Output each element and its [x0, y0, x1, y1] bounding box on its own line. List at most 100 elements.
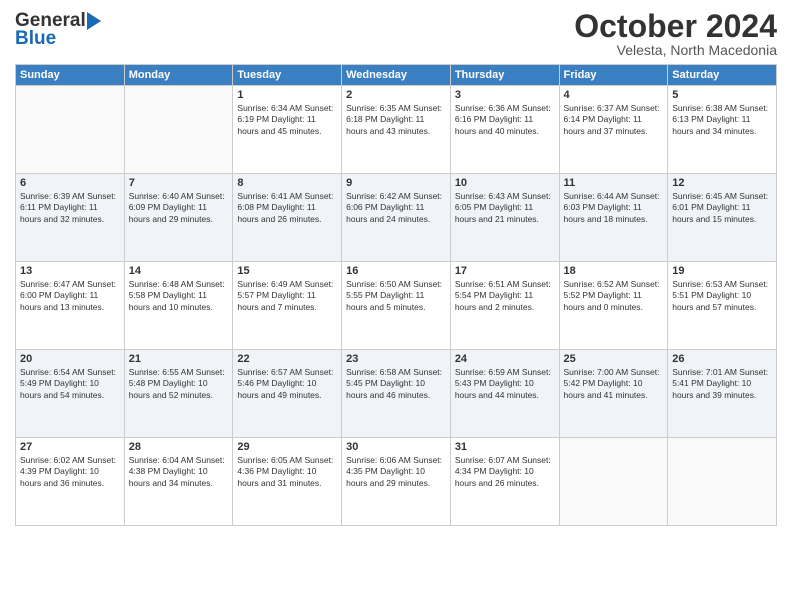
calendar-cell: 24Sunrise: 6:59 AM Sunset: 5:43 PM Dayli…: [450, 350, 559, 438]
calendar-cell: 22 Sunrise: 6:57 AM Sunset: 5:46 PM Dayli…: [233, 350, 342, 438]
day-detail: Sunrise: 6:53 AM Sunset: 5:51 PM Dayligh…: [672, 279, 772, 313]
logo-blue: Blue: [15, 28, 56, 50]
day-number: 26: [672, 353, 772, 365]
day-detail: Sunrise: 6:34 AM Sunset: 6:19 PM Dayligh…: [237, 103, 337, 137]
day-number: 30: [346, 441, 446, 453]
day-number: 19: [672, 265, 772, 277]
weekday-header-friday: Friday: [559, 65, 668, 86]
calendar-cell: 28 Sunrise: 6:04 AM Sunset: 4:38 PM Dayli…: [124, 438, 233, 526]
calendar-cell: [559, 438, 668, 526]
calendar-cell: 15 Sunrise: 6:49 AM Sunset: 5:57 PM Dayli…: [233, 262, 342, 350]
day-detail: Sunrise: 7:01 AM Sunset: 5:41 PM Dayligh…: [672, 367, 772, 401]
day-number: 28: [129, 441, 229, 453]
day-number: 11: [564, 177, 664, 189]
day-number: 12: [672, 177, 772, 189]
calendar-cell: 1 Sunrise: 6:34 AM Sunset: 6:19 PM Daylig…: [233, 86, 342, 174]
calendar-cell: 29 Sunrise: 6:05 AM Sunset: 4:36 PM Dayli…: [233, 438, 342, 526]
calendar-cell: 20Sunrise: 6:54 AM Sunset: 5:49 PM Dayli…: [16, 350, 125, 438]
calendar-cell: 18 Sunrise: 6:52 AM Sunset: 5:52 PM Dayli…: [559, 262, 668, 350]
day-number: 29: [237, 441, 337, 453]
calendar-cell: 2Sunrise: 6:35 AM Sunset: 6:18 PM Daylig…: [342, 86, 451, 174]
day-detail: Sunrise: 7:00 AM Sunset: 5:42 PM Dayligh…: [564, 367, 664, 401]
calendar-cell: 6 Sunrise: 6:39 AM Sunset: 6:11 PM Daylig…: [16, 174, 125, 262]
day-number: 23: [346, 353, 446, 365]
day-detail: Sunrise: 6:49 AM Sunset: 5:57 PM Dayligh…: [237, 279, 337, 313]
day-detail: Sunrise: 6:50 AM Sunset: 5:55 PM Dayligh…: [346, 279, 446, 313]
day-number: 27: [20, 441, 120, 453]
calendar-cell: 9 Sunrise: 6:42 AM Sunset: 6:06 PM Daylig…: [342, 174, 451, 262]
calendar-cell: 11 Sunrise: 6:44 AM Sunset: 6:03 PM Dayli…: [559, 174, 668, 262]
location-subtitle: Velesta, North Macedonia: [574, 42, 777, 58]
day-detail: Sunrise: 6:55 AM Sunset: 5:48 PM Dayligh…: [129, 367, 229, 401]
calendar-cell: 31Sunrise: 6:07 AM Sunset: 4:34 PM Dayli…: [450, 438, 559, 526]
calendar-cell: 27 Sunrise: 6:02 AM Sunset: 4:39 PM Dayli…: [16, 438, 125, 526]
logo: General Blue: [15, 10, 109, 50]
day-number: 7: [129, 177, 229, 189]
day-number: 22: [237, 353, 337, 365]
calendar-cell: 4 Sunrise: 6:37 AM Sunset: 6:14 PM Daylig…: [559, 86, 668, 174]
day-number: 9: [346, 177, 446, 189]
calendar-cell: 12 Sunrise: 6:45 AM Sunset: 6:01 PM Dayli…: [668, 174, 777, 262]
day-number: 25: [564, 353, 664, 365]
calendar-cell: 16 Sunrise: 6:50 AM Sunset: 5:55 PM Dayli…: [342, 262, 451, 350]
day-detail: Sunrise: 6:52 AM Sunset: 5:52 PM Dayligh…: [564, 279, 664, 313]
day-number: 1: [237, 89, 337, 101]
day-detail: Sunrise: 6:45 AM Sunset: 6:01 PM Dayligh…: [672, 191, 772, 225]
calendar-cell: 26 Sunrise: 7:01 AM Sunset: 5:41 PM Dayli…: [668, 350, 777, 438]
day-detail: Sunrise: 6:39 AM Sunset: 6:11 PM Dayligh…: [20, 191, 120, 225]
day-number: 14: [129, 265, 229, 277]
weekday-header-saturday: Saturday: [668, 65, 777, 86]
day-number: 10: [455, 177, 555, 189]
day-number: 20: [20, 353, 120, 365]
calendar-cell: 21 Sunrise: 6:55 AM Sunset: 5:48 PM Dayli…: [124, 350, 233, 438]
calendar-cell: 25 Sunrise: 7:00 AM Sunset: 5:42 PM Dayli…: [559, 350, 668, 438]
calendar-cell: [668, 438, 777, 526]
calendar-cell: 8Sunrise: 6:41 AM Sunset: 6:08 PM Daylig…: [233, 174, 342, 262]
day-number: 6: [20, 177, 120, 189]
day-detail: Sunrise: 6:37 AM Sunset: 6:14 PM Dayligh…: [564, 103, 664, 137]
day-detail: Sunrise: 6:04 AM Sunset: 4:38 PM Dayligh…: [129, 455, 229, 489]
title-area: October 2024 Velesta, North Macedonia: [574, 10, 777, 58]
day-detail: Sunrise: 6:51 AM Sunset: 5:54 PM Dayligh…: [455, 279, 555, 313]
calendar-cell: [16, 86, 125, 174]
day-detail: Sunrise: 6:58 AM Sunset: 5:45 PM Dayligh…: [346, 367, 446, 401]
day-detail: Sunrise: 6:43 AM Sunset: 6:05 PM Dayligh…: [455, 191, 555, 225]
calendar-cell: 30 Sunrise: 6:06 AM Sunset: 4:35 PM Dayli…: [342, 438, 451, 526]
calendar-table: SundayMondayTuesdayWednesdayThursdayFrid…: [15, 64, 777, 526]
weekday-header-sunday: Sunday: [16, 65, 125, 86]
day-number: 4: [564, 89, 664, 101]
calendar-cell: 23 Sunrise: 6:58 AM Sunset: 5:45 PM Dayli…: [342, 350, 451, 438]
day-detail: Sunrise: 6:42 AM Sunset: 6:06 PM Dayligh…: [346, 191, 446, 225]
calendar-cell: 10 Sunrise: 6:43 AM Sunset: 6:05 PM Dayli…: [450, 174, 559, 262]
weekday-header-thursday: Thursday: [450, 65, 559, 86]
day-detail: Sunrise: 6:44 AM Sunset: 6:03 PM Dayligh…: [564, 191, 664, 225]
calendar-cell: 5Sunrise: 6:38 AM Sunset: 6:13 PM Daylig…: [668, 86, 777, 174]
weekday-header-tuesday: Tuesday: [233, 65, 342, 86]
day-detail: Sunrise: 6:36 AM Sunset: 6:16 PM Dayligh…: [455, 103, 555, 137]
calendar-cell: 14 Sunrise: 6:48 AM Sunset: 5:58 PM Dayli…: [124, 262, 233, 350]
day-number: 21: [129, 353, 229, 365]
day-detail: Sunrise: 6:41 AM Sunset: 6:08 PM Dayligh…: [237, 191, 337, 225]
day-detail: Sunrise: 6:02 AM Sunset: 4:39 PM Dayligh…: [20, 455, 120, 489]
calendar-cell: 13Sunrise: 6:47 AM Sunset: 6:00 PM Dayli…: [16, 262, 125, 350]
day-number: 15: [237, 265, 337, 277]
day-detail: Sunrise: 6:06 AM Sunset: 4:35 PM Dayligh…: [346, 455, 446, 489]
day-number: 16: [346, 265, 446, 277]
day-detail: Sunrise: 6:48 AM Sunset: 5:58 PM Dayligh…: [129, 279, 229, 313]
day-number: 18: [564, 265, 664, 277]
calendar-cell: 17Sunrise: 6:51 AM Sunset: 5:54 PM Dayli…: [450, 262, 559, 350]
day-detail: Sunrise: 6:57 AM Sunset: 5:46 PM Dayligh…: [237, 367, 337, 401]
day-detail: Sunrise: 6:35 AM Sunset: 6:18 PM Dayligh…: [346, 103, 446, 137]
day-detail: Sunrise: 6:38 AM Sunset: 6:13 PM Dayligh…: [672, 103, 772, 137]
weekday-header-monday: Monday: [124, 65, 233, 86]
day-detail: Sunrise: 6:40 AM Sunset: 6:09 PM Dayligh…: [129, 191, 229, 225]
day-number: 13: [20, 265, 120, 277]
day-detail: Sunrise: 6:05 AM Sunset: 4:36 PM Dayligh…: [237, 455, 337, 489]
day-number: 3: [455, 89, 555, 101]
calendar-cell: 7 Sunrise: 6:40 AM Sunset: 6:09 PM Daylig…: [124, 174, 233, 262]
calendar-cell: 3 Sunrise: 6:36 AM Sunset: 6:16 PM Daylig…: [450, 86, 559, 174]
calendar-cell: 19 Sunrise: 6:53 AM Sunset: 5:51 PM Dayli…: [668, 262, 777, 350]
month-title: October 2024: [574, 10, 777, 42]
day-detail: Sunrise: 6:59 AM Sunset: 5:43 PM Dayligh…: [455, 367, 555, 401]
logo-arrow-icon: [87, 12, 109, 30]
